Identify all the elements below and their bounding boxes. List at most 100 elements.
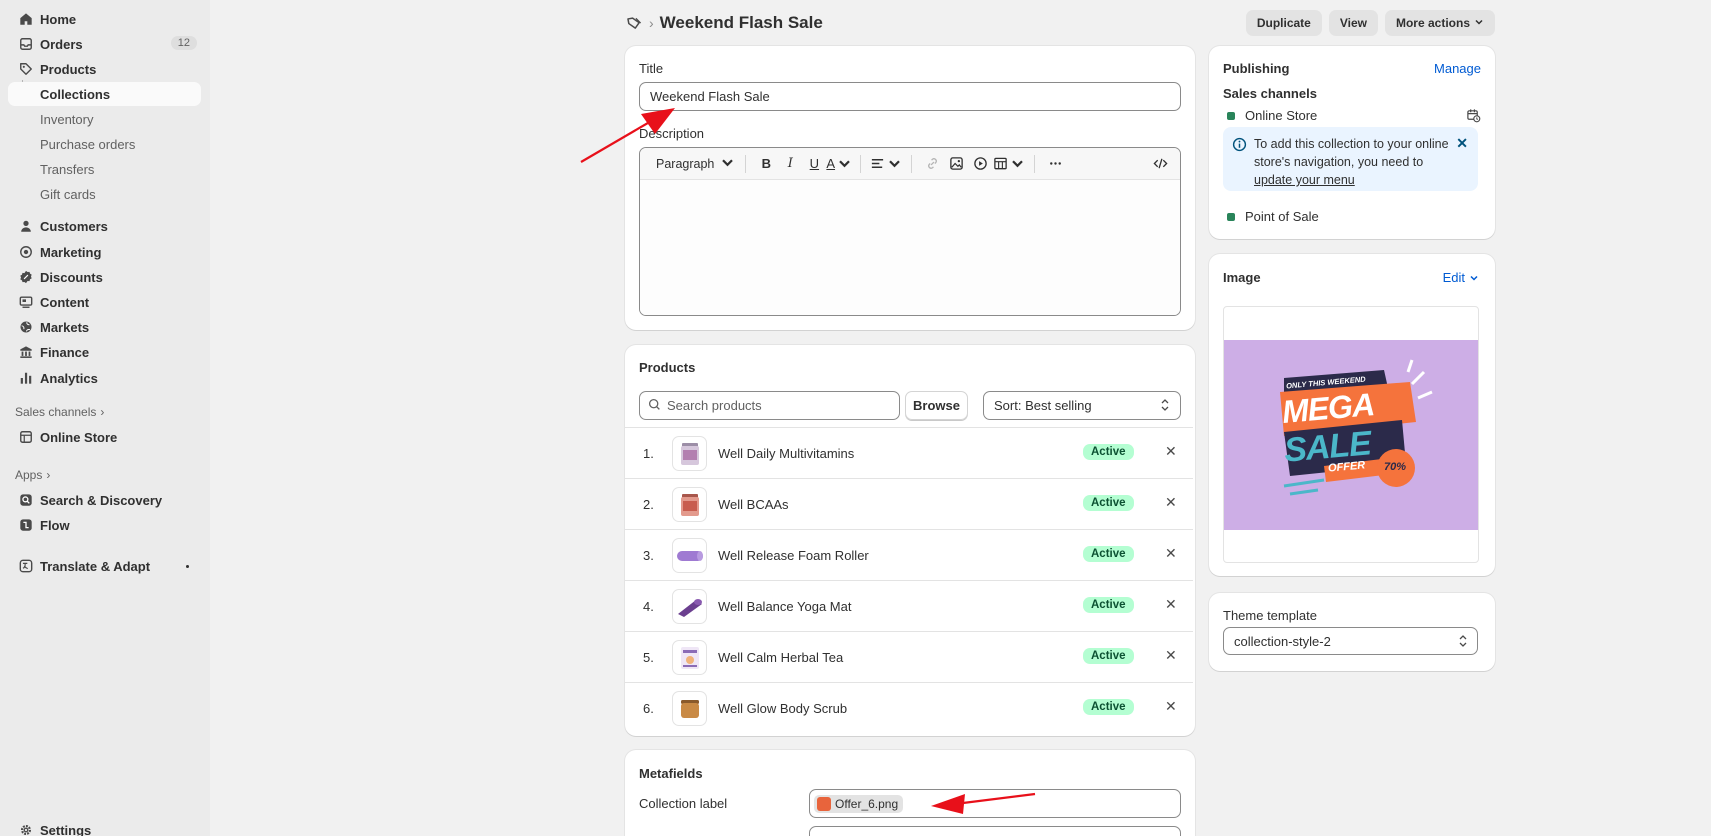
sidebar-item-content[interactable]: Content bbox=[8, 290, 201, 314]
details-card: Title Description Paragraph B I U A bbox=[625, 46, 1195, 330]
collection-label-field[interactable]: Offer_6.png bbox=[809, 789, 1181, 818]
collection-tag-icon[interactable] bbox=[625, 14, 643, 32]
sidebar-item-marketing[interactable]: Marketing bbox=[8, 240, 201, 264]
sidebar-item-customers[interactable]: Customers bbox=[8, 214, 201, 238]
chevron-down-icon bbox=[720, 155, 735, 173]
underline-icon[interactable]: U bbox=[802, 152, 826, 176]
sidebar-item-purchase-orders[interactable]: Purchase orders bbox=[8, 132, 201, 156]
sidebar-item-transfers[interactable]: Transfers bbox=[8, 157, 201, 181]
sidebar-item-label: Search & Discovery bbox=[40, 492, 163, 508]
sidebar-item-search-discovery[interactable]: Search & Discovery bbox=[8, 488, 201, 512]
inbox-icon bbox=[14, 32, 38, 56]
sidebar-item-label: Gift cards bbox=[40, 186, 96, 202]
sidebar-item-collections[interactable]: Collections bbox=[8, 82, 201, 106]
sidebar-item-markets[interactable]: Markets bbox=[8, 315, 201, 339]
file-chip[interactable]: Offer_6.png bbox=[814, 794, 904, 813]
bank-icon bbox=[14, 340, 38, 364]
title-input[interactable] bbox=[639, 82, 1181, 111]
home-icon bbox=[14, 7, 38, 31]
sales-channels-section[interactable]: Sales channels › bbox=[15, 405, 104, 419]
italic-icon[interactable]: I bbox=[778, 152, 802, 176]
sidebar-item-label: Transfers bbox=[40, 161, 95, 177]
title-input-field[interactable] bbox=[650, 89, 1180, 104]
more-icon[interactable] bbox=[1043, 152, 1067, 176]
remove-icon[interactable]: ✕ bbox=[1165, 647, 1177, 664]
link-icon[interactable] bbox=[920, 152, 944, 176]
chevron-right-icon: › bbox=[46, 468, 51, 482]
bold-icon[interactable]: B bbox=[754, 152, 778, 176]
table-row[interactable]: 2. Well BCAAs Active ✕ bbox=[625, 478, 1193, 529]
collection-image[interactable]: ONLY THIS WEEKEND MEGA SALE OFFER 70% bbox=[1223, 306, 1479, 563]
status-badge: Active bbox=[1083, 699, 1134, 715]
sidebar-item-gift-cards[interactable]: Gift cards bbox=[8, 182, 201, 206]
remove-icon[interactable]: ✕ bbox=[1165, 443, 1177, 460]
description-label: Description bbox=[639, 126, 705, 141]
products-card: Products Search products Browse Sort: Be… bbox=[625, 345, 1195, 736]
sidebar-item-analytics[interactable]: Analytics bbox=[8, 366, 201, 390]
globe-icon bbox=[14, 315, 38, 339]
html-code-icon[interactable] bbox=[1148, 152, 1172, 176]
manage-link[interactable]: Manage bbox=[1434, 61, 1481, 76]
schedule-icon[interactable] bbox=[1466, 108, 1481, 126]
image-edit-button[interactable]: Edit bbox=[1443, 270, 1479, 285]
sidebar-item-inventory[interactable]: Inventory bbox=[8, 107, 201, 131]
status-badge: Active bbox=[1083, 495, 1134, 511]
description-content-area[interactable] bbox=[640, 180, 1180, 315]
sidebar-item-translate-adapt[interactable]: Translate & Adapt bbox=[8, 554, 201, 578]
sort-select[interactable]: Sort: Best selling bbox=[983, 391, 1181, 420]
sidebar-item-label: Analytics bbox=[40, 370, 98, 386]
remove-icon[interactable]: ✕ bbox=[1165, 596, 1177, 613]
sidebar-item-flow[interactable]: Flow bbox=[8, 513, 201, 537]
remove-icon[interactable]: ✕ bbox=[1165, 494, 1177, 511]
table-icon[interactable] bbox=[992, 152, 1026, 176]
remove-icon[interactable]: ✕ bbox=[1165, 698, 1177, 715]
metafield-input-2[interactable] bbox=[809, 826, 1181, 836]
description-editor[interactable]: Paragraph B I U A bbox=[639, 147, 1181, 316]
sidebar-item-discounts[interactable]: Discounts bbox=[8, 265, 201, 289]
paragraph-format-dropdown[interactable]: Paragraph bbox=[654, 152, 737, 176]
orders-count-badge: 12 bbox=[170, 36, 197, 50]
image-icon[interactable] bbox=[944, 152, 968, 176]
page-header: › Weekend Flash Sale Duplicate View More… bbox=[625, 8, 1495, 38]
more-actions-button[interactable]: More actions bbox=[1384, 10, 1495, 36]
info-banner: To add this collection to your online st… bbox=[1223, 127, 1478, 191]
browse-button[interactable]: Browse bbox=[905, 391, 968, 420]
sidebar: Home Orders 12 Products Collections Inve… bbox=[0, 0, 210, 836]
sidebar-item-label: Inventory bbox=[40, 111, 94, 127]
product-search-input[interactable]: Search products bbox=[639, 391, 900, 420]
product-thumbnail bbox=[672, 589, 707, 624]
metafields-heading: Metafields bbox=[639, 766, 703, 781]
product-thumbnail bbox=[672, 487, 707, 522]
sidebar-item-label: Finance bbox=[40, 344, 90, 360]
duplicate-button[interactable]: Duplicate bbox=[1245, 10, 1322, 36]
table-row[interactable]: 1. Well Daily Multivitamins Active ✕ bbox=[625, 427, 1193, 478]
table-row[interactable]: 5. Well Calm Herbal Tea Active ✕ bbox=[625, 631, 1193, 682]
update-menu-link[interactable]: update your menu bbox=[1254, 173, 1355, 187]
person-icon bbox=[14, 214, 38, 238]
sidebar-item-products[interactable]: Products bbox=[8, 57, 201, 81]
chevron-down-icon bbox=[1474, 16, 1484, 30]
sidebar-item-orders[interactable]: Orders 12 bbox=[8, 32, 201, 56]
close-icon[interactable]: ✕ bbox=[1456, 135, 1468, 152]
apps-section[interactable]: Apps › bbox=[15, 468, 50, 482]
status-badge: Active bbox=[1083, 546, 1134, 562]
sidebar-item-settings[interactable]: Settings bbox=[8, 818, 201, 836]
view-button[interactable]: View bbox=[1328, 10, 1378, 36]
video-icon[interactable] bbox=[968, 152, 992, 176]
sidebar-item-label: Online Store bbox=[40, 429, 118, 445]
table-row[interactable]: 3. Well Release Foam Roller Active ✕ bbox=[625, 529, 1193, 580]
sidebar-item-home[interactable]: Home bbox=[8, 7, 201, 31]
text-color-icon[interactable]: A bbox=[826, 152, 852, 176]
align-icon[interactable] bbox=[869, 152, 903, 176]
remove-icon[interactable]: ✕ bbox=[1165, 545, 1177, 562]
metafields-card: Metafields Collection label Offer_6.png bbox=[625, 750, 1195, 836]
banner-text: To add this collection to your online st… bbox=[1254, 137, 1449, 187]
status-dot bbox=[186, 565, 189, 568]
theme-template-select[interactable]: collection-style-2 bbox=[1223, 627, 1478, 655]
table-row[interactable]: 4. Well Balance Yoga Mat Active ✕ bbox=[625, 580, 1193, 631]
table-row[interactable]: 6. Well Glow Body Scrub Active ✕ bbox=[625, 682, 1193, 734]
translate-icon bbox=[14, 554, 38, 578]
sidebar-item-online-store[interactable]: Online Store bbox=[8, 425, 201, 449]
status-dot bbox=[1227, 112, 1235, 120]
sidebar-item-finance[interactable]: Finance bbox=[8, 340, 201, 364]
